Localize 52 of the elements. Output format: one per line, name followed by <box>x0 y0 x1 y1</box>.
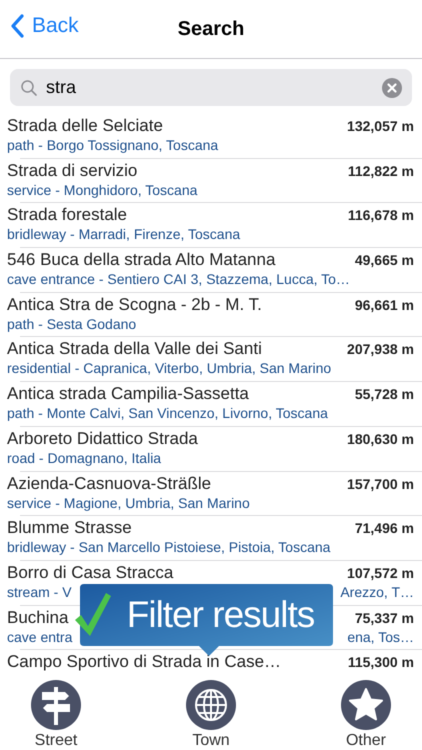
result-title: Antica Stra de Scogna - 2b - M. T. <box>7 294 262 315</box>
result-title: Arboreto Didattico Strada <box>7 428 198 449</box>
result-title: Antica strada Campilia-Sassetta <box>7 384 249 404</box>
result-subtitle: cave entrance - Sentiero CAI 3, Stazzema, Lucca, To… <box>7 270 350 288</box>
tab-button[interactable]: Town <box>181 680 241 750</box>
result-title: Campo Sportivo di Strada in Case… <box>7 652 282 672</box>
tab-button[interactable]: Other <box>336 680 396 750</box>
result-subtitle: path - Monte Calvi, San Vincenzo, Livorno, Toscana <box>7 404 328 422</box>
tab-button[interactable]: Street <box>26 680 86 750</box>
result-distance: 49,665 m <box>354 252 414 268</box>
search-field[interactable]: stra <box>10 69 412 106</box>
result-title: Strada di servizio <box>7 160 138 181</box>
result-subtitle: road - Domagnano, Italia <box>7 448 162 467</box>
back-button[interactable]: Back <box>10 14 79 38</box>
result-subtitle: residential - Capranica, Viterbo, Umbria, San Marino <box>7 359 332 378</box>
result-distance: 207,938 m <box>347 341 414 358</box>
screen-title: Search <box>178 18 244 40</box>
result-distance: 157,700 m <box>347 476 414 492</box>
result-subtitle: stream - V <box>7 582 72 601</box>
result-subtitle: cave entra <box>7 628 72 646</box>
callout-text: Filter results <box>126 593 316 637</box>
result-subtitle: path - Borgo Tossignano, Toscana <box>7 136 218 154</box>
check-icon <box>72 590 112 638</box>
result-distance: 180,630 m <box>347 430 414 447</box>
result-subtitle: service - Magione, Umbria, San Marino <box>7 494 250 512</box>
result-distance: 116,678 m <box>348 207 414 224</box>
result-subtitle: path - Sesta Godano <box>7 314 136 333</box>
result-title: Strada delle Selciate <box>7 116 163 136</box>
result-title: Buchina <box>7 608 68 628</box>
result-distance: 112,822 m <box>348 162 414 179</box>
result-distance: 71,496 m <box>354 520 414 536</box>
result-subtitle: bridleway - San Marcello Pistoiese, Pistoia, Toscana <box>7 538 330 556</box>
result-title: Antica Strada della Valle dei Santi <box>7 339 262 360</box>
result-distance: 132,057 m <box>347 118 414 134</box>
search-icon <box>20 78 38 96</box>
result-title: Borro di Casa Stracca <box>7 562 174 583</box>
result-subtitle: Arezzo, T… <box>340 582 414 601</box>
result-distance: 107,572 m <box>347 564 414 581</box>
result-subtitle: bridleway - Marradi, Firenze, Toscana <box>7 225 240 244</box>
result-subtitle: service - Monghidoro, Toscana <box>7 180 198 199</box>
result-title: Blumme Strasse <box>7 518 132 538</box>
result-title: 546 Buca della strada Alto Matanna <box>7 250 276 270</box>
result-subtitle: ena, Tos… <box>347 628 414 646</box>
result-distance: 55,728 m <box>354 386 414 402</box>
result-distance: 96,661 m <box>354 296 414 313</box>
result-title: Azienda-Casnuova-Sträßle <box>7 474 212 494</box>
result-title: Strada forestale <box>7 205 128 226</box>
result-distance: 115,300 m <box>348 654 414 670</box>
chevron-icon <box>10 14 24 38</box>
search-input[interactable]: stra <box>46 77 374 98</box>
clear-icon[interactable] <box>382 78 402 98</box>
result-distance: 75,337 m <box>354 610 414 626</box>
